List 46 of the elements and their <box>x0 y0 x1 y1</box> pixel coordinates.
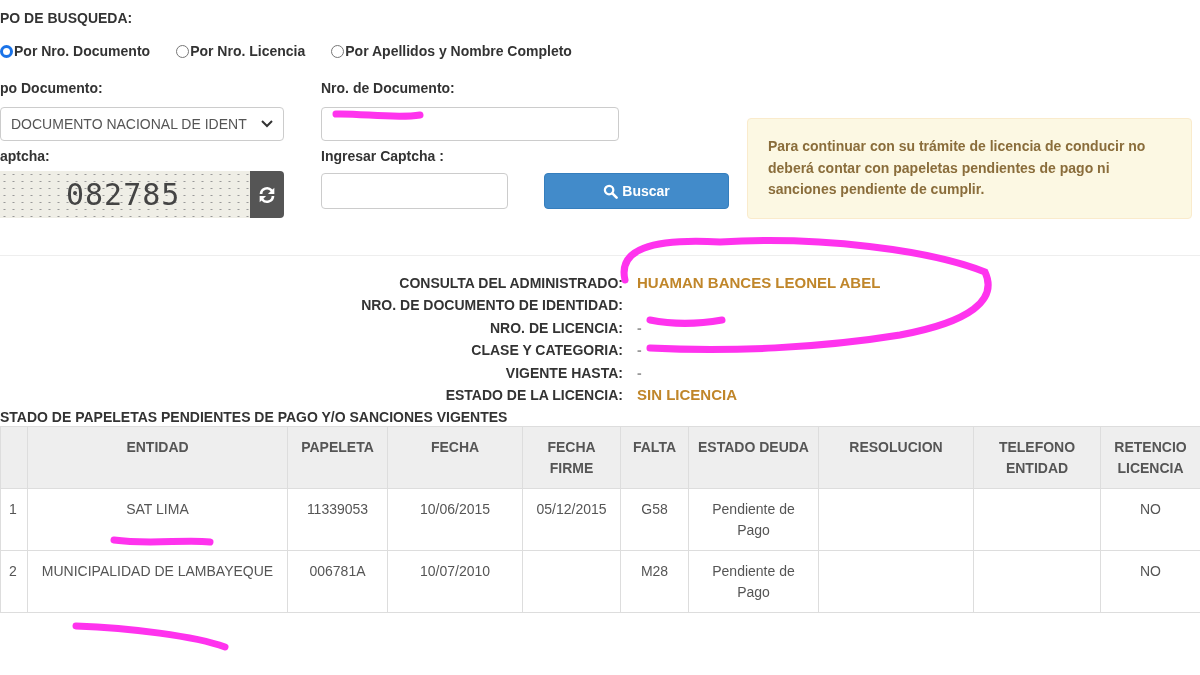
detail-label: CONSULTA DEL ADMINISTRADO: <box>398 273 624 293</box>
column-header: RESOLUCION <box>818 426 974 489</box>
column-header: ENTIDAD <box>27 426 288 489</box>
table-cell: Pendiente de Pago <box>688 550 819 613</box>
detail-value: - <box>637 342 642 359</box>
radio-label: Por Nro. Licencia <box>190 42 306 61</box>
detail-label: ESTADO DE LA LICENCIA: <box>444 386 624 406</box>
table-cell: SAT LIMA <box>27 488 288 551</box>
document-type-select[interactable]: DOCUMENTO NACIONAL DE IDENT <box>0 107 284 141</box>
table-cell: Pendiente de Pago <box>688 488 819 551</box>
table-title: STADO DE PAPELETAS PENDIENTES DE PAGO Y/O SANCIONES VIGENTES <box>0 408 509 428</box>
table-cell: 006781A <box>287 550 388 613</box>
detail-label: NRO. DE LICENCIA: <box>489 318 624 338</box>
column-header: PAPELETA <box>287 426 388 489</box>
search-button[interactable]: Buscar <box>544 173 729 209</box>
section-title: PO DE BUSQUEDA: <box>0 10 133 26</box>
detail-value: - <box>637 319 642 336</box>
detail-value: SIN LICENCIA <box>637 386 737 404</box>
column-header: FALTA <box>620 426 689 489</box>
table-cell: M28 <box>620 550 689 613</box>
detail-label: CLASE Y CATEGORIA: <box>470 341 624 361</box>
table-cell: 11339053 <box>287 488 388 551</box>
detail-label: NRO. DE DOCUMENTO DE IDENTIDAD: <box>360 296 624 316</box>
field-label: Nro. de Documento: <box>321 79 456 98</box>
table-cell: 10/07/2010 <box>387 550 523 613</box>
detail-value: - <box>637 364 642 381</box>
column-header: FECHA <box>387 426 523 489</box>
table-cell: G58 <box>620 488 689 551</box>
radio-label: Por Apellidos y Nombre Completo <box>345 42 572 61</box>
table-cell: 1 <box>0 488 28 551</box>
field-label: po Documento: <box>0 79 104 98</box>
table-cell: MUNICIPALIDAD DE LAMBAYEQUE <box>27 550 288 613</box>
detail-label: VIGENTE HASTA: <box>504 363 624 383</box>
column-header: TELEFONO ENTIDAD <box>973 426 1101 489</box>
radio-label: Por Nro. Documento <box>14 42 151 61</box>
captcha-image: 082785 <box>0 171 250 218</box>
detail-value: HUAMAN BANCES LEONEL ABEL <box>637 273 881 291</box>
column-header: FECHA FIRME <box>522 426 621 489</box>
table-cell: 2 <box>0 550 28 613</box>
table-cell: 05/12/2015 <box>522 488 621 551</box>
alert-message: Para continuar con su trámite de licencia de conducir no deberá contar con papeletas pendientes de pago ni sanciones pendiente de cumplir. <box>747 118 1192 219</box>
field-label: Ingresar Captcha : <box>321 147 445 166</box>
field-label: aptcha: <box>0 147 51 166</box>
column-header: ESTADO DEUDA <box>688 426 819 489</box>
column-header: RETENCIO LICENCIA <box>1100 426 1200 489</box>
table-cell: 10/06/2015 <box>387 488 523 551</box>
